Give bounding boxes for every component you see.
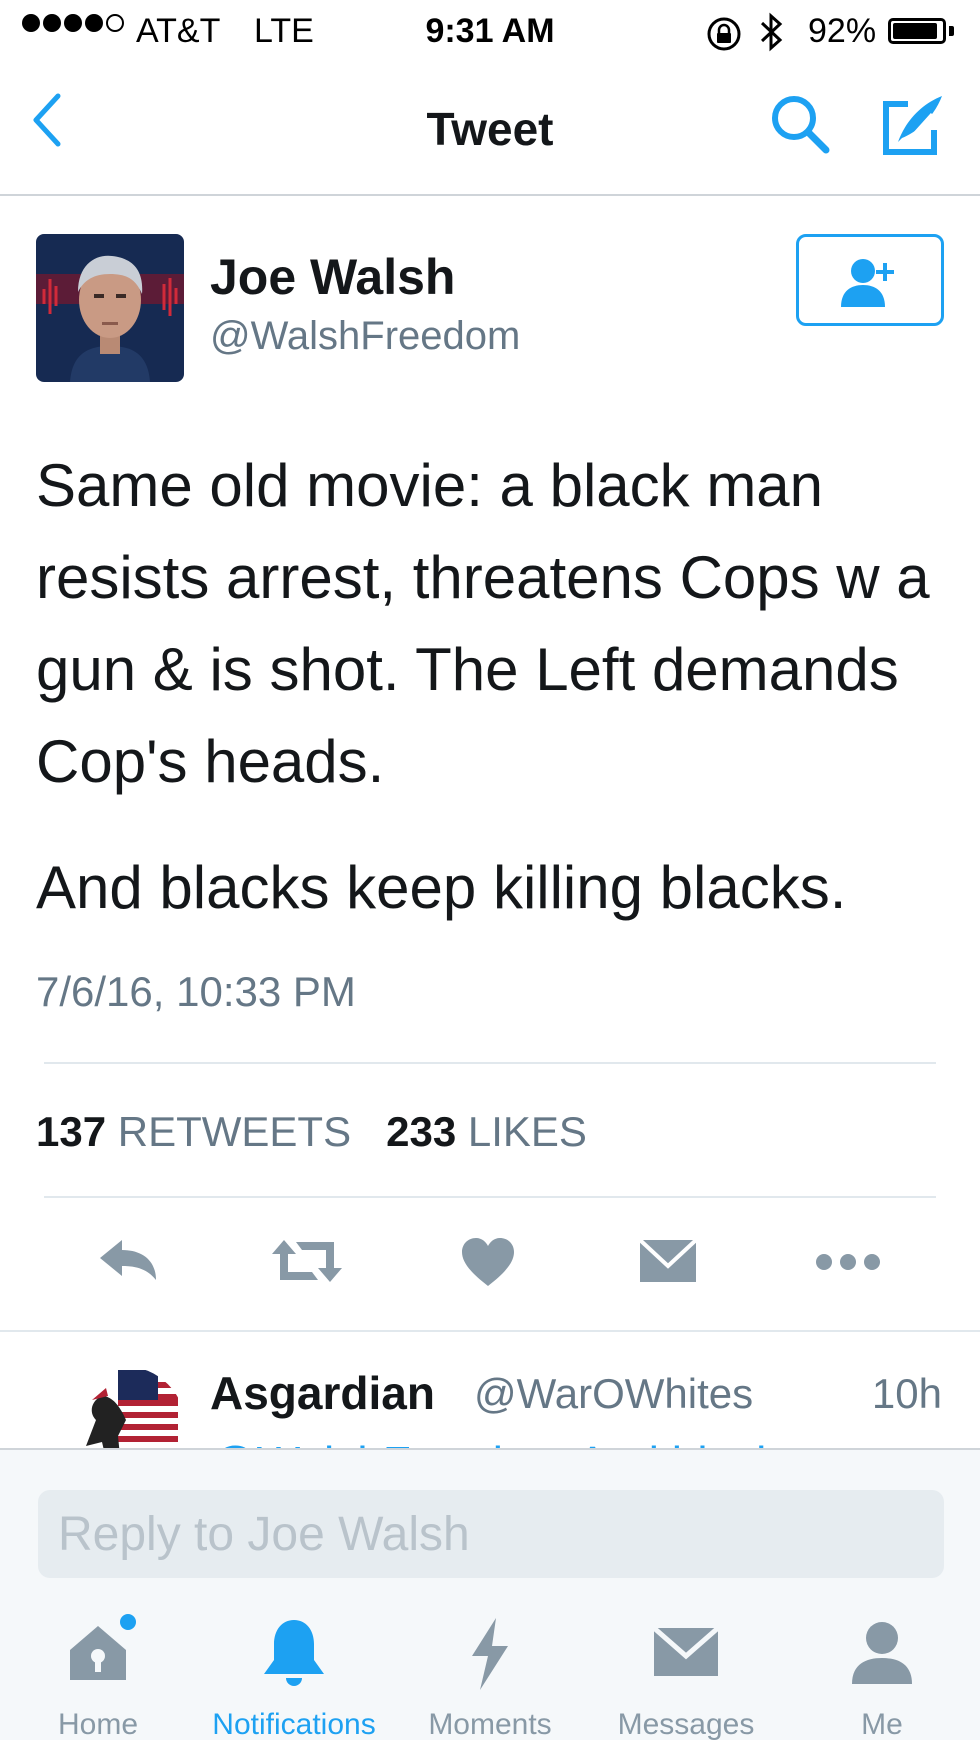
reply-author-name: Asgardian [210,1367,435,1419]
reply-button[interactable] [96,1236,166,1296]
tab-notifications[interactable]: Notifications [196,1614,392,1741]
reply-text: @WalshFreedom And black [210,1436,779,1448]
tab-messages[interactable]: Messages [588,1614,784,1741]
home-icon [70,1614,136,1680]
battery-icon [888,18,946,44]
notification-badge [120,1614,136,1630]
battery-percent: 92% [808,12,877,50]
more-icon [816,1254,880,1270]
status-bar: AT&T LTE 9:31 AM 92% [0,0,980,64]
tweet-timestamp: 7/6/16, 10:33 PM [36,968,356,1015]
envelope-icon [652,1626,720,1676]
nav-bar: Tweet [0,64,980,196]
tab-label: Messages [617,1708,755,1741]
lightning-icon [472,1618,508,1690]
retweets-label: RETWEETS [117,1108,352,1155]
reply-input[interactable] [38,1490,944,1578]
bluetooth-icon [758,12,786,61]
retweet-button[interactable] [272,1236,342,1296]
tab-me[interactable]: Me [784,1614,980,1741]
divider [44,1062,936,1064]
author-name[interactable]: Joe Walsh [210,248,455,306]
author-handle[interactable]: @WalshFreedom [210,314,520,359]
compose-icon[interactable] [878,90,948,165]
tweet-text-second-paragraph: And blacks keep killing blacks. [36,854,847,921]
tab-label: Notifications [212,1708,376,1741]
reply-timestamp: 10h [871,1370,942,1417]
tab-home[interactable]: Home [0,1614,196,1741]
person-icon [852,1622,912,1684]
divider [44,1196,936,1198]
tab-label: Me [861,1708,903,1741]
reply-avatar[interactable] [62,1366,186,1448]
likes-label: LIKES [467,1108,587,1155]
tab-moments[interactable]: Moments [392,1614,588,1741]
reply-icon [100,1240,156,1280]
engagement-stats: 137 RETWEETS 233 LIKES [36,1108,587,1156]
heart-icon [462,1238,514,1286]
more-button[interactable] [814,1236,884,1296]
search-icon[interactable] [768,92,832,161]
rotation-lock-icon [704,14,744,63]
tweet-text: Same old movie: a black man resists arre… [36,452,930,795]
tab-label: Moments [428,1708,552,1741]
retweets-count: 137 [36,1108,107,1155]
direct-message-button[interactable] [638,1236,708,1296]
follow-button[interactable] [796,234,944,326]
add-user-icon [841,259,894,307]
reply-author-handle: @WarOWhites [474,1370,754,1417]
likes-stat[interactable]: 233 LIKES [386,1108,587,1155]
tab-label: Home [57,1708,139,1741]
like-button[interactable] [460,1236,530,1296]
reply-tweet[interactable]: Asgardian @WarOWhites 10h @WalshFreedom … [0,1332,980,1448]
likes-count: 233 [386,1108,457,1155]
envelope-icon [638,1238,698,1282]
avatar[interactable] [36,234,184,382]
page-title: Tweet [426,103,554,155]
retweets-stat[interactable]: 137 RETWEETS [36,1108,351,1155]
bell-icon [264,1620,324,1686]
retweet-icon [272,1240,342,1282]
